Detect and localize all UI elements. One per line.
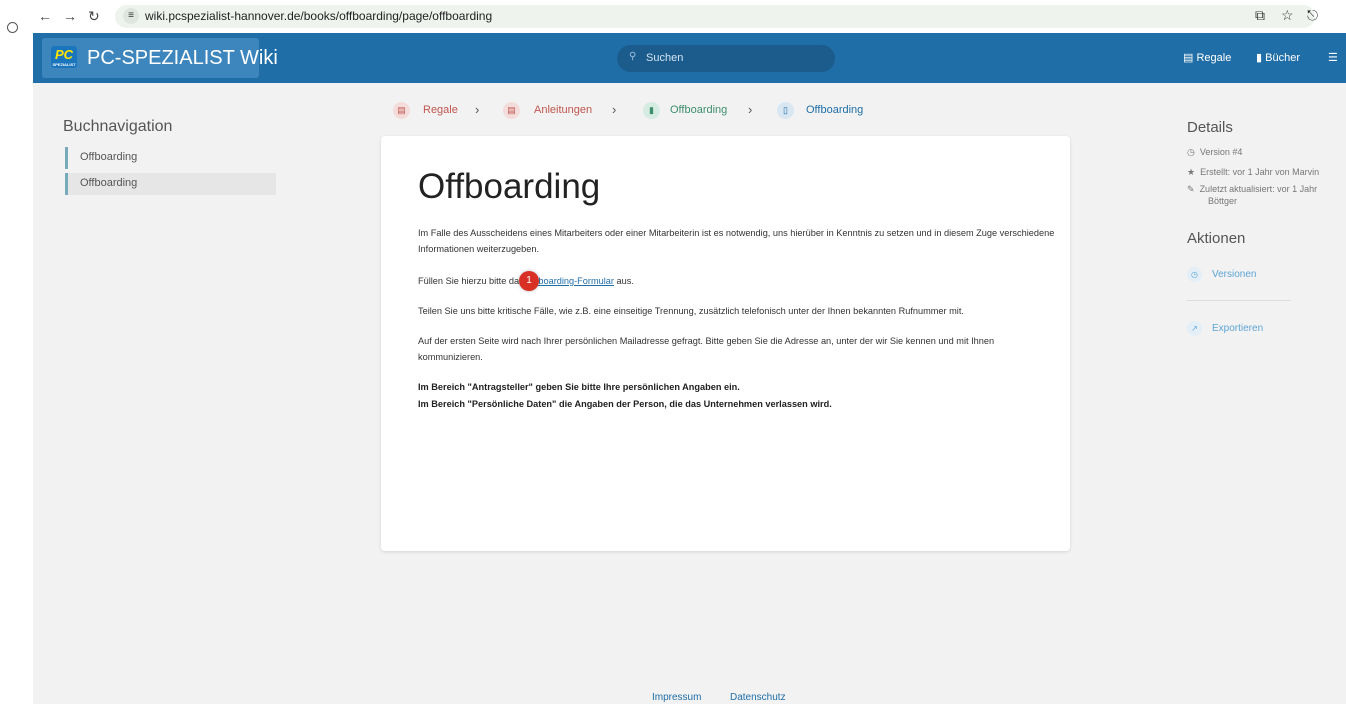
page-title: Offboarding bbox=[418, 167, 601, 206]
chevron-right-icon: › bbox=[748, 102, 753, 117]
breadcrumb-book[interactable]: Offboarding bbox=[670, 104, 727, 116]
url-text: wiki.pcspezialist-hannover.de/books/offb… bbox=[145, 9, 493, 23]
sidebar-title: Buchnavigation bbox=[63, 118, 173, 135]
history-icon: ◷ bbox=[1187, 147, 1195, 157]
details-created: ★ Erstellt: vor 1 Jahr von Marvin bbox=[1187, 167, 1320, 177]
details-updated-name: Böttger bbox=[1208, 196, 1238, 206]
arrow-left-icon[interactable]: ← bbox=[38, 7, 52, 25]
search-input[interactable]: ⚲ Suchen bbox=[617, 45, 835, 72]
paragraph-form: Füllen Sie hierzu bitte das Offboarding-… bbox=[418, 276, 634, 286]
star-icon: ★ bbox=[1187, 167, 1196, 177]
page-icon: ▯ bbox=[777, 102, 794, 119]
paragraph-critical: Teilen Sie uns bitte kritische Fälle, wi… bbox=[418, 306, 964, 316]
sidebar-item-book[interactable]: Offboarding bbox=[65, 147, 276, 169]
divider bbox=[1187, 300, 1291, 301]
bold-note-applicant: Im Bereich "Antragsteller" geben Sie bit… bbox=[418, 382, 740, 392]
menu-icon[interactable]: ☰ bbox=[1328, 51, 1338, 64]
breadcrumb-regale[interactable]: Regale bbox=[423, 104, 458, 116]
brand-name: PC-SPEZIALIST Wiki bbox=[87, 47, 278, 69]
details-version: ◷ Version #4 bbox=[1187, 147, 1243, 157]
export-icon: ↗ bbox=[1187, 321, 1202, 336]
paragraph-email: Auf der ersten Seite wird nach Ihrer per… bbox=[418, 336, 995, 362]
book-icon: ▮ bbox=[643, 102, 660, 119]
export-link[interactable]: ↗ Exportieren bbox=[1187, 321, 1263, 336]
versions-link[interactable]: ◷ Versionen bbox=[1187, 267, 1256, 282]
shelves-icon: ▤ bbox=[393, 102, 410, 119]
footer-datenschutz[interactable]: Datenschutz bbox=[730, 692, 786, 703]
brand-link[interactable]: PC SPEZIALIST PC-SPEZIALIST Wiki bbox=[42, 38, 278, 78]
browser-toolbar: ← → ↻ ≡ wiki.pcspezialist-hannover.de/bo… bbox=[33, 0, 1346, 33]
pc-spezialist-logo: PC SPEZIALIST bbox=[51, 46, 77, 68]
search-placeholder: Suchen bbox=[646, 52, 684, 64]
install-icon[interactable]: ⧉ bbox=[1255, 7, 1265, 24]
details-title: Details bbox=[1187, 119, 1233, 136]
reload-icon[interactable]: ↻ bbox=[88, 7, 100, 25]
details-updated: ✎ Zuletzt aktualisiert: vor 1 Jahr bbox=[1187, 184, 1318, 194]
chevron-right-icon: › bbox=[475, 102, 480, 117]
breadcrumb-anleitungen[interactable]: Anleitungen bbox=[534, 104, 592, 116]
nav-buecher[interactable]: ▮ Bücher bbox=[1256, 51, 1300, 64]
extensions-icon[interactable]: ⎋ bbox=[1307, 7, 1318, 24]
paragraph-intro: Im Falle des Ausscheidens eines Mitarbei… bbox=[418, 228, 1055, 254]
footer-impressum[interactable]: Impressum bbox=[652, 692, 701, 703]
pencil-icon: ✎ bbox=[1187, 184, 1195, 194]
left-gutter bbox=[0, 0, 33, 704]
chevron-right-icon: › bbox=[612, 102, 617, 117]
star-icon[interactable]: ☆ bbox=[1281, 7, 1294, 24]
arrow-right-icon[interactable]: → bbox=[63, 7, 77, 25]
address-bar[interactable]: ≡ wiki.pcspezialist-hannover.de/books/of… bbox=[115, 5, 1315, 28]
offboarding-form-link[interactable]: Offboarding-Formular bbox=[526, 276, 614, 286]
actions-title: Aktionen bbox=[1187, 230, 1246, 247]
shelves-icon: ▤ bbox=[1183, 52, 1194, 64]
tune-icon[interactable]: ≡ bbox=[123, 8, 139, 24]
search-icon: ⚲ bbox=[629, 51, 637, 62]
nav-regale[interactable]: ▤ Regale bbox=[1183, 51, 1231, 64]
bold-note-person: Im Bereich "Persönliche Daten" die Angab… bbox=[418, 399, 832, 409]
sidebar-item-page[interactable]: Offboarding bbox=[65, 173, 276, 195]
annotation-marker: 1 bbox=[519, 271, 539, 291]
books-icon: ▮ bbox=[1256, 52, 1263, 64]
shelf-icon: ▤ bbox=[503, 102, 520, 119]
app-header: PC SPEZIALIST PC-SPEZIALIST Wiki ⚲ Suchen… bbox=[33, 33, 1346, 83]
breadcrumb-page[interactable]: Offboarding bbox=[806, 104, 863, 116]
circle-icon bbox=[7, 22, 18, 33]
history-icon: ◷ bbox=[1187, 267, 1202, 282]
page-content: Offboarding Im Falle des Ausscheidens ei… bbox=[381, 136, 1070, 551]
